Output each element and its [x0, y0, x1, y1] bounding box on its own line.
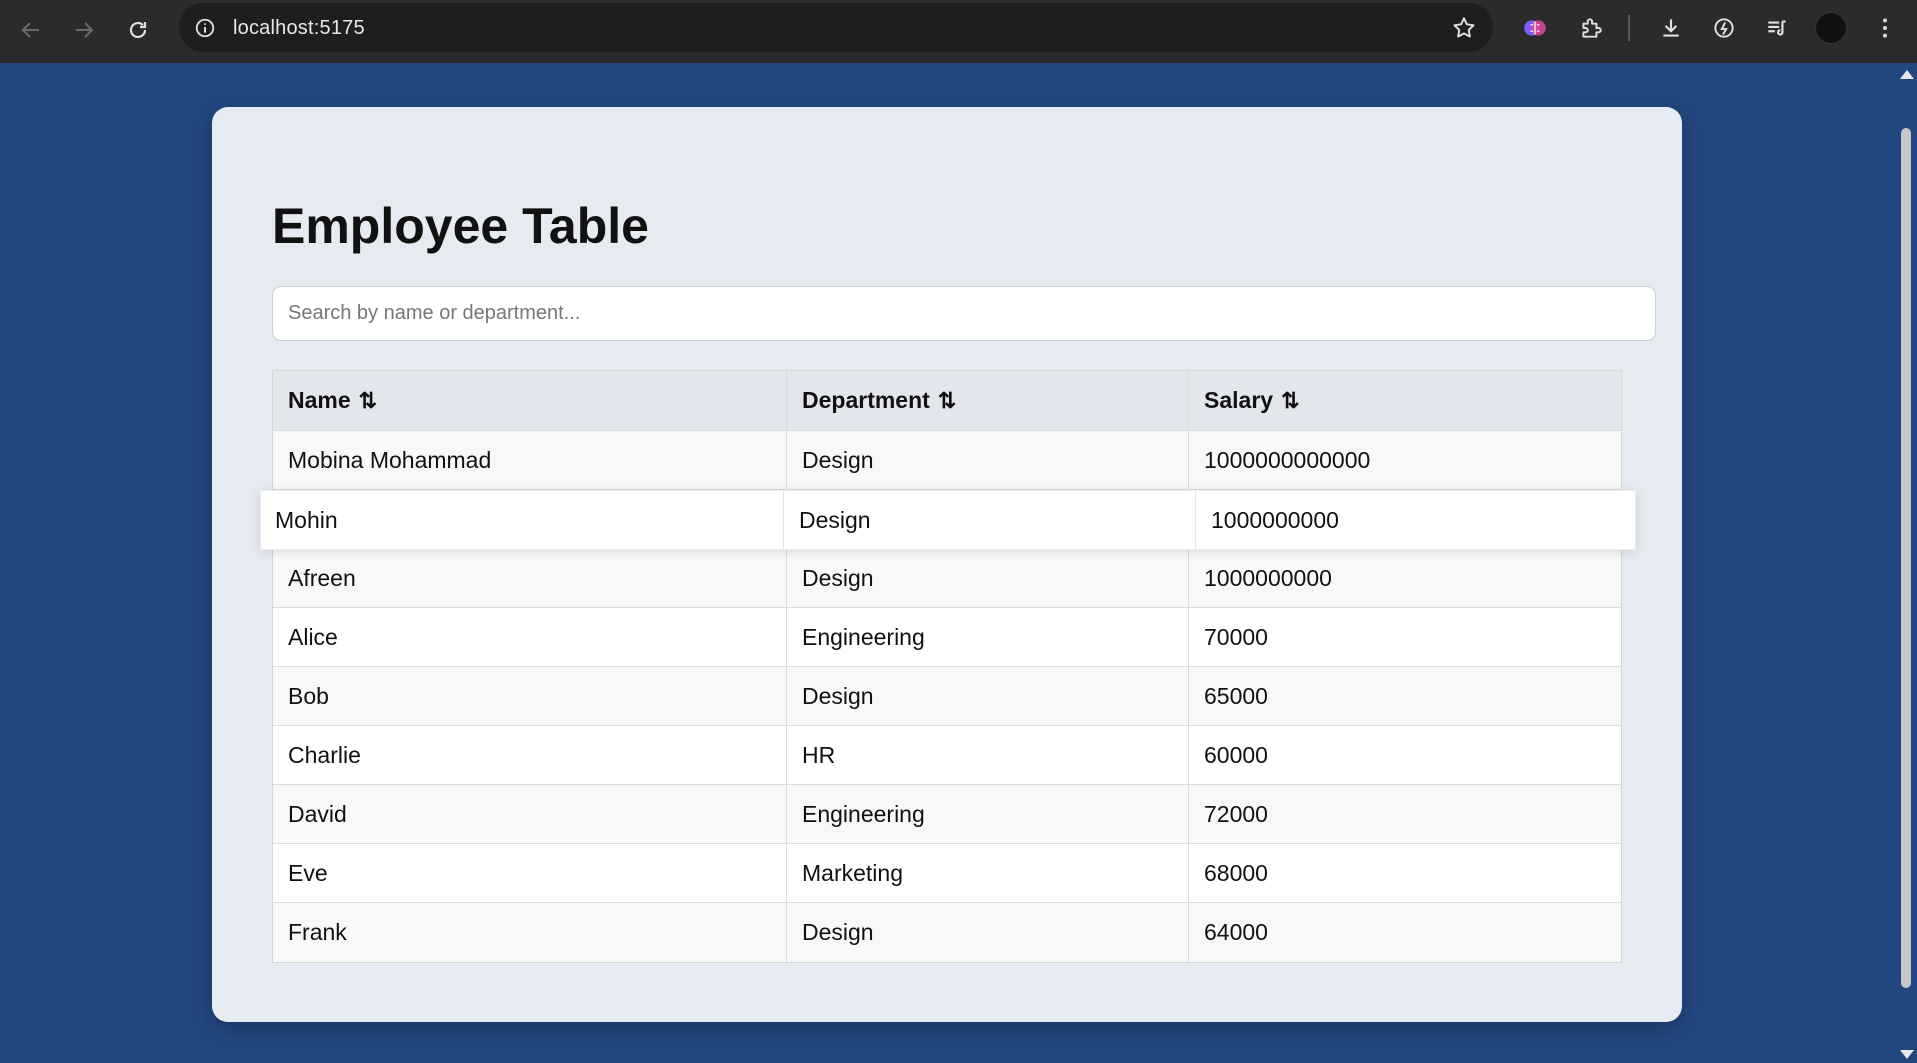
employee-table: Name ⇅ Department ⇅ Salary ⇅ Mobina Moha…: [272, 370, 1622, 963]
cell-salary: 72000: [1204, 800, 1268, 827]
cell-salary: 65000: [1204, 682, 1268, 709]
column-header-department[interactable]: Department ⇅: [787, 371, 1189, 430]
scrollbar-thumb[interactable]: [1901, 128, 1911, 988]
column-header-label: Department: [802, 387, 930, 413]
search-input[interactable]: [272, 286, 1656, 341]
column-header-name[interactable]: Name ⇅: [273, 371, 787, 430]
scroll-down-arrow-icon[interactable]: [1900, 1050, 1914, 1059]
table-row[interactable]: Eve Marketing 68000: [273, 844, 1621, 903]
bookmark-star-icon[interactable]: [1451, 15, 1477, 41]
downloads-icon[interactable]: [1656, 13, 1686, 43]
cell-salary: 64000: [1204, 919, 1268, 945]
table-header-row: Name ⇅ Department ⇅ Salary ⇅: [273, 371, 1621, 431]
cell-department: Design: [784, 491, 1196, 549]
toolbar-divider: [1628, 15, 1630, 41]
column-header-label: Salary: [1204, 387, 1274, 413]
cell-department: Design: [787, 431, 1189, 489]
cell-salary: 68000: [1204, 859, 1268, 886]
cell-name: Alice: [273, 608, 787, 666]
extensions-puzzle-icon[interactable]: [1576, 13, 1606, 43]
cell-department: Design: [787, 549, 1189, 607]
page-title: Employee Table: [272, 198, 649, 254]
sort-icon[interactable]: ⇅: [1281, 388, 1300, 414]
cell-salary: 1000000000: [1211, 506, 1339, 533]
performance-icon[interactable]: [1709, 13, 1739, 43]
reload-icon: [129, 21, 147, 39]
cell-name: Mohin: [261, 491, 784, 549]
cell-name: Bob: [273, 667, 787, 725]
cell-department: Engineering: [787, 608, 1189, 666]
forward-button[interactable]: [62, 8, 106, 52]
cell-department: Marketing: [787, 844, 1189, 902]
column-header-salary[interactable]: Salary ⇅: [1189, 371, 1621, 430]
profile-avatar[interactable]: [1815, 12, 1847, 44]
cell-department: Engineering: [787, 785, 1189, 843]
table-row[interactable]: Afreen Design 1000000000: [273, 549, 1621, 608]
browser-menu-icon[interactable]: [1870, 13, 1900, 43]
cell-salary: 1000000000: [1204, 564, 1332, 591]
cell-name: Mobina Mohammad: [273, 431, 787, 489]
cell-name: Eve: [273, 844, 787, 902]
cell-salary: 1000000000000: [1204, 446, 1371, 473]
cell-name: Charlie: [273, 726, 787, 784]
cell-department: Design: [787, 667, 1189, 725]
table-row[interactable]: Mobina Mohammad Design 1000000000000: [273, 431, 1621, 490]
media-queue-icon[interactable]: [1762, 13, 1792, 43]
address-bar[interactable]: localhost:5175: [179, 3, 1493, 52]
back-button[interactable]: [9, 8, 53, 52]
cell-name: Afreen: [273, 549, 787, 607]
reload-button[interactable]: [116, 8, 160, 52]
url-text: localhost:5175: [233, 17, 365, 39]
arrow-right-icon: [76, 22, 94, 38]
cell-salary: 60000: [1204, 741, 1268, 768]
column-header-label: Name: [288, 387, 351, 413]
table-row[interactable]: David Engineering 72000: [273, 785, 1621, 844]
cell-department: Design: [787, 903, 1189, 962]
table-row[interactable]: Frank Design 64000: [273, 903, 1621, 962]
page-scrollbar[interactable]: [1897, 63, 1917, 1063]
cell-name: Frank: [273, 903, 787, 962]
browser-toolbar: localhost:5175: [0, 0, 1917, 63]
table-row[interactable]: Charlie HR 60000: [273, 726, 1621, 785]
employee-table-card: Employee Table Name ⇅ Department ⇅ Salar…: [212, 107, 1682, 1022]
cell-name: David: [273, 785, 787, 843]
arrow-left-icon: [21, 22, 39, 38]
dragging-row[interactable]: Mohin Design 1000000000: [260, 490, 1636, 550]
cell-salary: 70000: [1204, 623, 1268, 650]
site-info-icon[interactable]: [193, 16, 217, 40]
sort-icon[interactable]: ⇅: [359, 388, 378, 414]
scroll-up-arrow-icon[interactable]: [1900, 70, 1914, 79]
cell-department: HR: [787, 726, 1189, 784]
table-row[interactable]: Bob Design 65000: [273, 667, 1621, 726]
sort-icon[interactable]: ⇅: [938, 388, 957, 414]
extension-brain-icon[interactable]: [1520, 13, 1550, 43]
table-row[interactable]: Alice Engineering 70000: [273, 608, 1621, 667]
